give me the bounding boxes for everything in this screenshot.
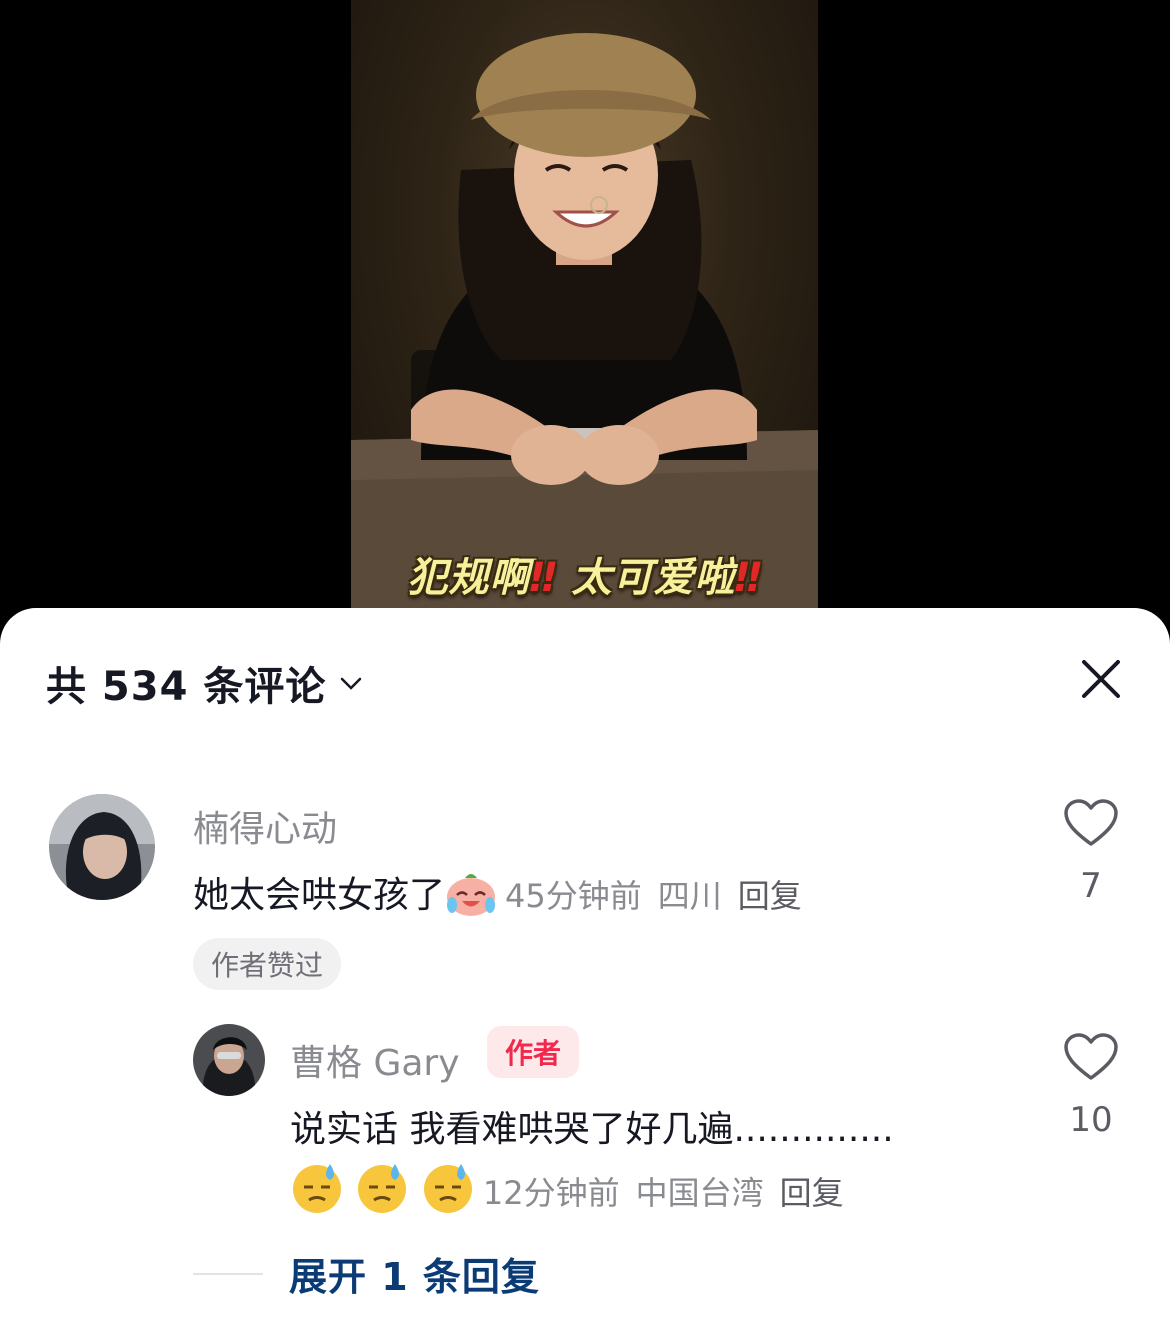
sweat-emoji	[421, 1160, 475, 1223]
avatar[interactable]	[193, 1024, 265, 1096]
avatar[interactable]	[49, 794, 155, 900]
divider-line	[193, 1272, 263, 1275]
comment-meta: 45分钟前 四川 回复	[505, 877, 802, 915]
video-frame[interactable]: 犯规啊‼ 太可爱啦‼	[351, 0, 818, 608]
comment-count-header[interactable]: 共 534 条评论	[46, 654, 362, 712]
like-button[interactable]	[1063, 1032, 1119, 1086]
video-player[interactable]: 犯规啊‼ 太可爱啦‼	[0, 0, 1170, 640]
reply-location: 中国台湾	[635, 1174, 764, 1212]
crying-laughing-emoji	[445, 869, 497, 926]
reply-button[interactable]: 回复	[738, 877, 802, 915]
like-button[interactable]	[1063, 798, 1119, 852]
reply-time: 12分钟前	[482, 1174, 620, 1212]
reply-username[interactable]: 曹格 Gary	[290, 1034, 460, 1086]
author-badge: 作者	[487, 1026, 580, 1078]
reply-text[interactable]: 说实话 我看难哄哭了好几遍..............	[290, 1100, 894, 1152]
like-count: 7	[1080, 866, 1102, 906]
video-subtitle: 犯规啊‼ 太可爱啦‼	[407, 555, 762, 601]
comment-time: 45分钟前	[505, 877, 642, 915]
expand-replies-label[interactable]: 展开 1 条回复	[289, 1246, 540, 1301]
reply-meta: 12分钟前 中国台湾 回复	[483, 1174, 844, 1212]
comment-location: 四川	[657, 877, 722, 915]
comment-text[interactable]: 她太会哄女孩了 45分钟前 四川 回复	[193, 866, 802, 926]
expand-replies-button[interactable]: 展开 1 条回复	[193, 1246, 540, 1301]
reply-text-line2[interactable]: 12分钟前 中国台湾 回复	[290, 1160, 844, 1223]
like-count: 10	[1069, 1100, 1113, 1140]
sweat-emoji	[355, 1160, 409, 1223]
video-still-illustration	[351, 33, 818, 608]
comment-username[interactable]: 楠得心动	[193, 800, 337, 852]
comment-sheet: 共 534 条评论	[0, 608, 1170, 1334]
heart-icon	[1064, 1033, 1118, 1080]
author-liked-badge: 作者赞过	[193, 938, 342, 990]
sweat-emoji	[290, 1160, 344, 1223]
heart-icon	[1064, 799, 1118, 846]
close-button[interactable]	[1076, 654, 1126, 704]
chevron-down-icon[interactable]	[340, 676, 362, 690]
close-icon	[1082, 660, 1120, 698]
reply-button[interactable]: 回复	[780, 1174, 844, 1212]
comment-count-title[interactable]: 共 534 条评论	[46, 654, 326, 712]
comment-body: 她太会哄女孩了	[193, 875, 446, 916]
